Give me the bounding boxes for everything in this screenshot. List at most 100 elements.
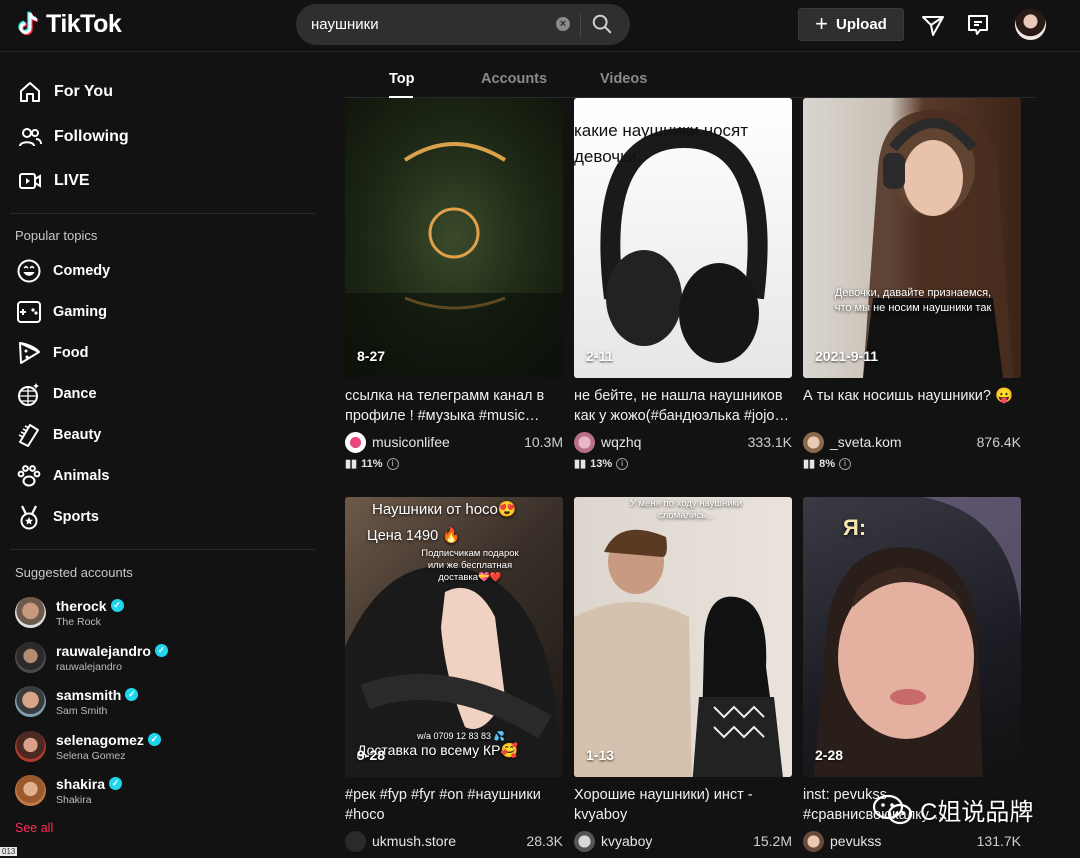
- video-author[interactable]: _sveta.kom: [830, 434, 977, 450]
- smile-icon: [17, 259, 41, 283]
- video-thumbnail[interactable]: какие наушники носят девочки: 2-11: [574, 98, 792, 378]
- couple-art: [574, 529, 783, 777]
- video-date: 2-28: [815, 747, 844, 763]
- thumbnail-caption-phone: w/a 0709 12 83 83 💦: [417, 731, 505, 741]
- tab-accounts[interactable]: Accounts: [481, 71, 547, 87]
- video-description[interactable]: не бейте, не нашла наушников как у жожо(…: [574, 386, 792, 426]
- suggested-account-selenagomez[interactable]: selenagomez ✓ Selena Gomez: [15, 731, 161, 762]
- topic-beauty[interactable]: Beauty: [16, 422, 101, 448]
- profile-avatar[interactable]: [1015, 9, 1046, 40]
- video-author[interactable]: wqzhq: [601, 434, 748, 450]
- nav-label: Following: [54, 128, 129, 145]
- search-tabs: Top Accounts Videos: [345, 53, 1035, 98]
- topic-label: Sports: [53, 509, 99, 525]
- disco-ball-icon: [18, 383, 39, 406]
- see-all-link[interactable]: See all: [15, 821, 53, 835]
- nav-live[interactable]: LIVE: [18, 169, 90, 193]
- video-thumbnail[interactable]: У меня по ходу наушники сломались... 1-1…: [574, 497, 792, 777]
- suggested-account-shakira[interactable]: shakira ✓ Shakira: [15, 775, 123, 806]
- users-icon: [19, 128, 42, 147]
- topic-comedy[interactable]: Comedy: [16, 258, 110, 284]
- video-description[interactable]: #рек #fyp #fyr #on #наушники #hoco: [345, 785, 563, 825]
- video-card[interactable]: У меня по ходу наушники сломались... 1-1…: [574, 497, 792, 852]
- topic-food[interactable]: Food: [16, 340, 88, 366]
- video-views: 876.4K: [976, 434, 1021, 450]
- verified-icon: ✓: [110, 599, 124, 612]
- account-name: samsmith ✓: [56, 687, 139, 703]
- topic-gaming[interactable]: Gaming: [16, 299, 107, 325]
- video-author[interactable]: musiconlifee: [372, 434, 524, 450]
- video-views: 28.3K: [526, 833, 563, 849]
- account-display-name: The Rock: [56, 615, 101, 628]
- video-thumbnail[interactable]: Наушники от hoco😍 Цена 1490 🔥 Подписчика…: [345, 497, 563, 777]
- live-icon: [19, 173, 41, 189]
- avatar: [15, 686, 46, 717]
- nav-label: For You: [54, 83, 113, 100]
- topic-label: Comedy: [53, 263, 111, 279]
- avatar: [15, 597, 46, 628]
- avatar[interactable]: [574, 431, 595, 453]
- logo-text: TikTok: [46, 10, 122, 38]
- video-views: 333.1K: [747, 434, 792, 450]
- tab-videos[interactable]: Videos: [600, 71, 647, 87]
- verified-icon: ✓: [154, 644, 168, 657]
- video-date: 2021-9-11: [815, 348, 879, 364]
- avatar[interactable]: [345, 830, 366, 852]
- search-icon[interactable]: [591, 13, 613, 35]
- suggested-account-samsmith[interactable]: samsmith ✓ Sam Smith: [15, 686, 139, 717]
- topic-dance[interactable]: Dance: [16, 381, 97, 407]
- thumbnail-caption: какие наушники носят девочки:: [574, 121, 749, 166]
- upload-label: Upload: [836, 16, 887, 33]
- video-description[interactable]: ссылка на телеграмм канал в профиле ! #м…: [345, 386, 563, 426]
- suggested-account-therock[interactable]: therock ✓ The Rock: [15, 597, 124, 628]
- video-meta: musiconlifee 10.3M: [345, 431, 563, 453]
- account-display-name: Sam Smith: [56, 704, 108, 717]
- inbox-icon[interactable]: [966, 13, 990, 37]
- avatar[interactable]: [345, 431, 366, 453]
- video-card[interactable]: Наушники от hoco😍 Цена 1490 🔥 Подписчика…: [345, 497, 563, 852]
- sidebar-divider: [10, 549, 315, 550]
- video-card[interactable]: 8-27 ссылка на телеграмм канал в профиле…: [345, 98, 563, 470]
- video-thumbnail[interactable]: Девочки, давайте признаемся, что мы не н…: [803, 98, 1021, 378]
- video-stat: ▮▮ 13% i: [574, 457, 792, 470]
- video-author[interactable]: ukmush.store: [372, 833, 526, 849]
- video-author[interactable]: pevukss: [830, 833, 977, 849]
- topic-animals[interactable]: Animals: [16, 463, 109, 489]
- send-icon[interactable]: [921, 13, 945, 37]
- verified-icon: ✓: [147, 733, 161, 746]
- video-thumbnail[interactable]: Я: 2-28: [803, 497, 1021, 777]
- video-card[interactable]: Девочки, давайте признаемся, что мы не н…: [803, 98, 1021, 470]
- thumbnail-caption: У меня по ходу наушники сломались...: [629, 498, 743, 521]
- topic-sports[interactable]: Sports: [16, 504, 99, 530]
- tiktok-logo[interactable]: TikTok: [16, 10, 122, 39]
- suggested-account-rauwalejandro[interactable]: rauwalejandro ✓ rauwalejandro: [15, 642, 168, 673]
- avatar[interactable]: [803, 830, 824, 852]
- info-icon[interactable]: i: [616, 457, 629, 470]
- search-input[interactable]: [311, 16, 551, 33]
- video-thumbnail[interactable]: 8-27: [345, 98, 563, 378]
- video-date: 2-11: [586, 348, 614, 364]
- paw-icon: [17, 465, 41, 487]
- video-meta: pevukss 131.7K: [803, 830, 1021, 852]
- avatar[interactable]: [574, 830, 595, 852]
- video-description[interactable]: Хорошие наушники) инст - kvyaboy: [574, 785, 792, 825]
- upload-button[interactable]: + Upload: [798, 8, 904, 41]
- info-icon[interactable]: i: [386, 457, 399, 470]
- topic-label: Beauty: [53, 427, 102, 443]
- tab-top[interactable]: Top: [389, 71, 415, 87]
- thumbnail-caption: Наушники от hoco😍: [372, 501, 517, 518]
- watermark-text: C姐说品牌: [920, 799, 1034, 826]
- video-date: 8-27: [357, 348, 386, 364]
- avatar[interactable]: [803, 431, 824, 453]
- video-author[interactable]: kvyaboy: [601, 833, 753, 849]
- nav-for-you[interactable]: For You: [18, 80, 113, 104]
- video-card[interactable]: какие наушники носят девочки: 2-11 не бе…: [574, 98, 792, 470]
- chart-bars-icon: ▮▮: [345, 458, 358, 470]
- clear-icon[interactable]: ×: [556, 17, 570, 31]
- info-icon[interactable]: i: [839, 457, 852, 470]
- video-description[interactable]: А ты как носишь наушники? 😛: [803, 386, 1021, 426]
- nav-following[interactable]: Following: [18, 125, 129, 149]
- watermark: C姐说品牌: [872, 792, 1033, 827]
- thumbnail-art: [345, 142, 563, 378]
- video-meta: wqzhq 333.1K: [574, 431, 792, 453]
